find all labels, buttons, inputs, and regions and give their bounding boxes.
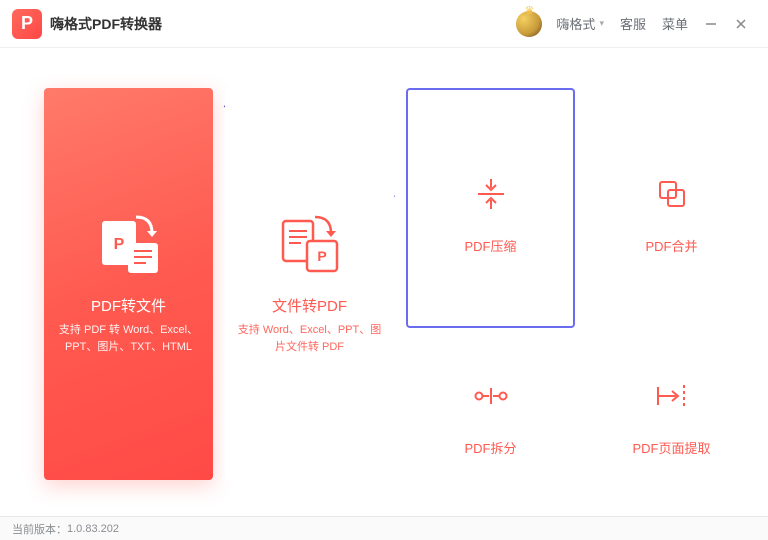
compress-icon bbox=[456, 162, 526, 226]
card-title: PDF页面提取 bbox=[632, 438, 710, 457]
statusbar: 当前版本：1.0.83.202 bbox=[0, 516, 768, 540]
version-value: 1.0.83.202 bbox=[67, 523, 119, 535]
card-pdf-split[interactable]: PDF拆分 bbox=[406, 340, 575, 480]
card-subtitle: 支持 Word、Excel、PPT、图片文件转 PDF bbox=[225, 322, 394, 355]
user-menu[interactable]: 嗨格式▾ bbox=[556, 14, 604, 33]
card-file-to-pdf[interactable]: P 文件转PDF 支持 Word、Excel、PPT、图片文件转 PDF bbox=[225, 88, 394, 480]
close-button[interactable] bbox=[726, 9, 756, 39]
card-title: PDF拆分 bbox=[464, 438, 516, 457]
menu-button[interactable]: 菜单 bbox=[662, 14, 688, 33]
app-title: 嗨格式PDF转换器 bbox=[50, 14, 162, 34]
extract-icon bbox=[637, 364, 707, 428]
card-pdf-compress[interactable]: PDF压缩 bbox=[406, 88, 575, 328]
user-avatar[interactable]: ♛ bbox=[516, 11, 542, 37]
pdf-to-file-icon: P bbox=[94, 213, 164, 277]
minimize-button[interactable] bbox=[696, 9, 726, 39]
version-label: 当前版本： bbox=[12, 521, 67, 537]
file-to-pdf-icon: P bbox=[275, 213, 345, 277]
titlebar: P 嗨格式PDF转换器 ♛ 嗨格式▾ 客服 菜单 bbox=[0, 0, 768, 48]
merge-icon bbox=[637, 162, 707, 226]
card-title: 文件转PDF bbox=[272, 295, 347, 316]
card-pdf-extract[interactable]: PDF页面提取 bbox=[587, 340, 756, 480]
card-title: PDF转文件 bbox=[91, 295, 166, 316]
card-subtitle: 支持 PDF 转 Word、Excel、PPT、图片、TXT、HTML bbox=[44, 322, 213, 355]
crown-icon: ♛ bbox=[524, 4, 534, 17]
svg-text:P: P bbox=[113, 236, 124, 253]
split-icon bbox=[456, 364, 526, 428]
card-pdf-merge[interactable]: PDF合并 bbox=[587, 88, 756, 328]
main-content: P PDF转文件 支持 PDF 转 Word、Excel、PPT、图片、TXT、… bbox=[0, 48, 768, 516]
svg-text:P: P bbox=[317, 248, 326, 264]
card-title: PDF合并 bbox=[645, 236, 697, 255]
support-button[interactable]: 客服 bbox=[620, 14, 646, 33]
app-logo: P bbox=[12, 9, 42, 39]
card-pdf-to-file[interactable]: P PDF转文件 支持 PDF 转 Word、Excel、PPT、图片、TXT、… bbox=[44, 88, 213, 480]
chevron-down-icon: ▾ bbox=[599, 18, 604, 29]
card-title: PDF压缩 bbox=[464, 236, 516, 255]
